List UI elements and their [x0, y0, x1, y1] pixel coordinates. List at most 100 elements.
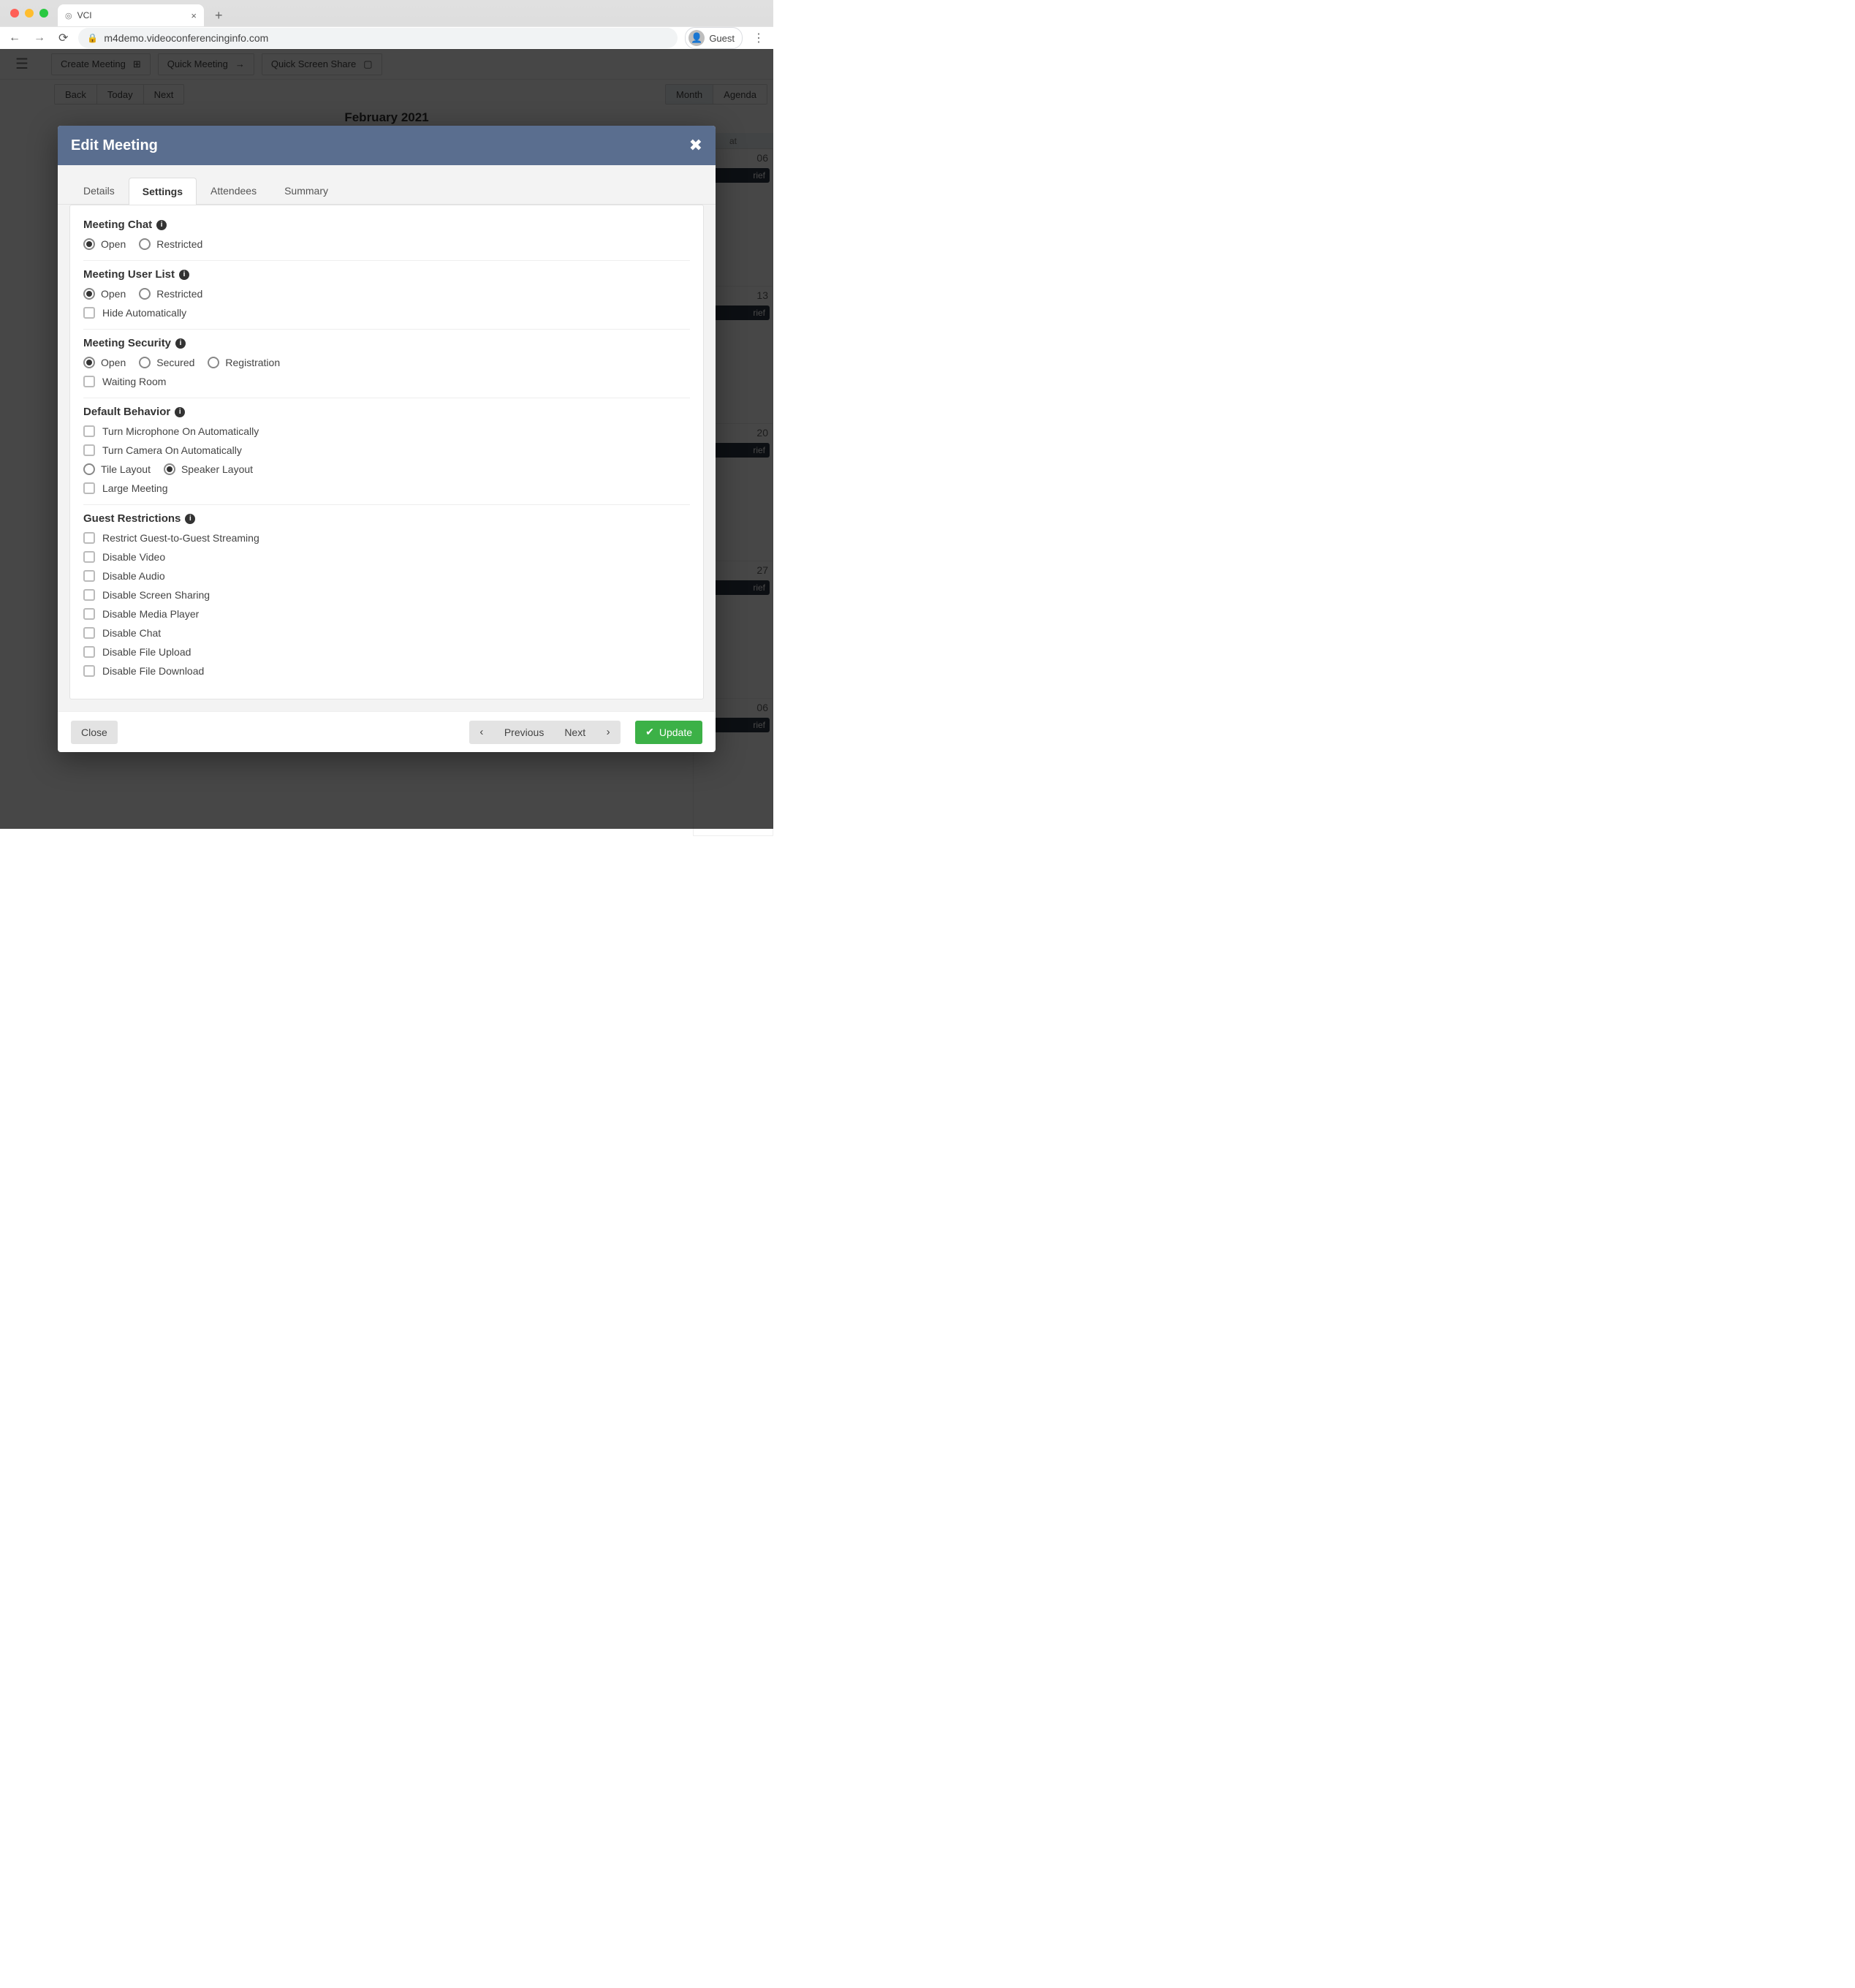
section-user-list: Meeting User List i OpenRestricted Hide …	[83, 261, 690, 330]
nav-back-icon[interactable]: ←	[6, 30, 23, 46]
guest-restriction-disable-file-upload[interactable]: Disable File Upload	[83, 646, 690, 658]
prev-arrow-button[interactable]: ‹	[469, 721, 494, 744]
profile-label: Guest	[709, 33, 735, 44]
user-list-option-restricted[interactable]: Restricted	[139, 288, 202, 300]
checkbox-icon	[83, 307, 95, 319]
checkbox-icon	[83, 646, 95, 658]
tab-summary[interactable]: Summary	[270, 177, 342, 204]
chevron-right-icon: ›	[607, 726, 610, 738]
checkbox-label: Hide Automatically	[102, 307, 186, 319]
edit-meeting-modal: Edit Meeting ✖ DetailsSettingsAttendeesS…	[58, 126, 716, 752]
modal-close-icon[interactable]: ✖	[689, 136, 702, 155]
user-list-option-open[interactable]: Open	[83, 288, 126, 300]
checkbox-label: Disable File Upload	[102, 646, 191, 658]
radio-label: Secured	[156, 357, 194, 368]
modal-footer: Close ‹ Previous Next › ✔ Update	[58, 711, 716, 752]
checkbox-label: Disable Media Player	[102, 608, 199, 620]
section-title: Default Behavior	[83, 406, 170, 418]
browser-chrome: ◎ VCI × + ← → ⟳ 🔒 m4demo.videoconferenci…	[0, 0, 773, 49]
guest-restriction-restrict-guest-to-guest-streaming[interactable]: Restrict Guest-to-Guest Streaming	[83, 532, 690, 544]
radio-label: Open	[101, 288, 126, 300]
radio-label: Restricted	[156, 238, 202, 250]
checkbox-label: Disable File Download	[102, 665, 204, 677]
tab-settings[interactable]: Settings	[129, 178, 197, 205]
security-option-registration[interactable]: Registration	[208, 357, 280, 368]
checkbox-label: Restrict Guest-to-Guest Streaming	[102, 532, 259, 544]
checkbox-icon	[83, 665, 95, 677]
radio-label: Speaker Layout	[181, 463, 253, 475]
checkbox-icon	[83, 444, 95, 456]
info-icon[interactable]: i	[156, 220, 167, 230]
info-icon[interactable]: i	[175, 407, 185, 417]
checkbox-icon	[83, 532, 95, 544]
guest-restriction-disable-audio[interactable]: Disable Audio	[83, 570, 690, 582]
lock-icon: 🔒	[87, 33, 98, 43]
url-text: m4demo.videoconferencinginfo.com	[104, 32, 268, 44]
modal-title: Edit Meeting	[71, 137, 158, 154]
nav-reload-icon[interactable]: ⟳	[56, 29, 71, 47]
security-option-secured[interactable]: Secured	[139, 357, 194, 368]
checkbox-icon	[83, 482, 95, 494]
guest-restriction-disable-file-download[interactable]: Disable File Download	[83, 665, 690, 677]
checkbox-icon	[83, 608, 95, 620]
browser-menu-icon[interactable]: ⋮	[750, 31, 767, 45]
large-meeting-checkbox[interactable]: Large Meeting	[83, 482, 690, 494]
window-close-icon[interactable]	[10, 9, 19, 18]
checkbox-label: Disable Chat	[102, 627, 161, 639]
info-icon[interactable]: i	[185, 514, 195, 524]
previous-button[interactable]: Previous	[494, 721, 554, 744]
guest-restriction-disable-chat[interactable]: Disable Chat	[83, 627, 690, 639]
update-button[interactable]: ✔ Update	[635, 721, 702, 744]
radio-icon	[83, 238, 95, 250]
radio-icon	[164, 463, 175, 475]
info-icon[interactable]: i	[179, 270, 189, 280]
modal-tabs: DetailsSettingsAttendeesSummary	[58, 165, 716, 204]
checkbox-label: Turn Camera On Automatically	[102, 444, 242, 456]
cam-auto-checkbox[interactable]: Turn Camera On Automatically	[83, 444, 690, 456]
radio-label: Restricted	[156, 288, 202, 300]
nav-forward-icon: →	[31, 30, 48, 46]
next-arrow-button[interactable]: ›	[596, 721, 621, 744]
section-guest-restrictions: Guest Restrictions i Restrict Guest-to-G…	[83, 505, 690, 687]
radio-label: Open	[101, 357, 126, 368]
new-tab-button[interactable]: +	[215, 8, 223, 23]
radio-icon	[139, 238, 151, 250]
close-button[interactable]: Close	[71, 721, 118, 744]
checkbox-icon	[83, 551, 95, 563]
guest-restriction-disable-media-player[interactable]: Disable Media Player	[83, 608, 690, 620]
favicon-icon: ◎	[65, 11, 72, 20]
hide-automatically-checkbox[interactable]: Hide Automatically	[83, 307, 690, 319]
waiting-room-checkbox[interactable]: Waiting Room	[83, 376, 690, 387]
layout-option-speaker-layout[interactable]: Speaker Layout	[164, 463, 253, 475]
section-title: Guest Restrictions	[83, 512, 181, 525]
tab-details[interactable]: Details	[69, 177, 129, 204]
security-option-open[interactable]: Open	[83, 357, 126, 368]
next-step-button[interactable]: Next	[554, 721, 596, 744]
guest-restriction-disable-video[interactable]: Disable Video	[83, 551, 690, 563]
meeting-chat-option-restricted[interactable]: Restricted	[139, 238, 202, 250]
window-maximize-icon[interactable]	[39, 9, 48, 18]
window-minimize-icon[interactable]	[25, 9, 34, 18]
checkbox-label: Disable Screen Sharing	[102, 589, 210, 601]
layout-option-tile-layout[interactable]: Tile Layout	[83, 463, 151, 475]
radio-icon	[83, 463, 95, 475]
checkbox-icon	[83, 570, 95, 582]
tab-attendees[interactable]: Attendees	[197, 177, 270, 204]
browser-tab[interactable]: ◎ VCI ×	[58, 4, 204, 26]
address-bar[interactable]: 🔒 m4demo.videoconferencinginfo.com	[78, 28, 678, 48]
checkbox-label: Large Meeting	[102, 482, 168, 494]
window-controls	[7, 9, 53, 18]
section-default-behavior: Default Behavior i Turn Microphone On Au…	[83, 398, 690, 505]
checkbox-icon	[83, 589, 95, 601]
avatar-icon: 👤	[688, 30, 705, 46]
guest-restriction-disable-screen-sharing[interactable]: Disable Screen Sharing	[83, 589, 690, 601]
radio-icon	[83, 357, 95, 368]
radio-label: Registration	[225, 357, 280, 368]
meeting-chat-option-open[interactable]: Open	[83, 238, 126, 250]
tab-close-icon[interactable]: ×	[191, 10, 197, 21]
mic-auto-checkbox[interactable]: Turn Microphone On Automatically	[83, 425, 690, 437]
radio-label: Open	[101, 238, 126, 250]
profile-button[interactable]: 👤 Guest	[685, 27, 743, 49]
section-security: Meeting Security i OpenSecuredRegistrati…	[83, 330, 690, 398]
info-icon[interactable]: i	[175, 338, 186, 349]
